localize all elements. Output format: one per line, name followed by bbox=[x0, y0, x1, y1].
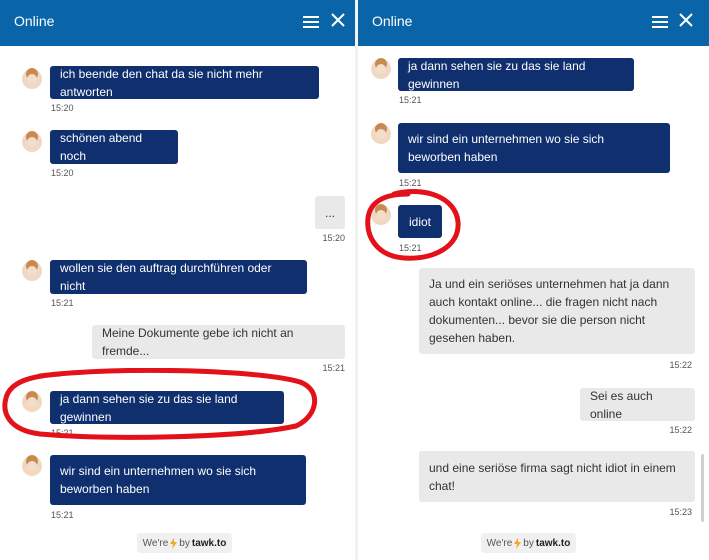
visitor-message: Sei es auch online bbox=[580, 388, 695, 421]
powered-by-footer[interactable]: We're by tawk.to bbox=[137, 533, 232, 553]
message-time: 15:20 bbox=[51, 168, 74, 178]
highlight-ring-left bbox=[2, 368, 318, 440]
close-icon[interactable] bbox=[679, 13, 693, 27]
message-time: 15:22 bbox=[669, 360, 692, 370]
agent-avatar bbox=[22, 68, 42, 89]
menu-icon[interactable] bbox=[652, 14, 668, 30]
agent-message: wir sind ein unternehmen wo sie sich bew… bbox=[398, 123, 670, 173]
message-time: 15:22 bbox=[669, 425, 692, 435]
footer-brand: tawk.to bbox=[191, 537, 227, 549]
footer-prefix: We're bbox=[486, 537, 513, 549]
agent-message: schönen abend noch bbox=[50, 130, 178, 164]
close-icon[interactable] bbox=[331, 13, 345, 27]
footer-by: by bbox=[179, 537, 190, 549]
agent-avatar bbox=[371, 123, 391, 144]
chat-header: Online bbox=[0, 0, 355, 46]
message-time: 15:20 bbox=[322, 233, 345, 243]
agent-avatar bbox=[22, 455, 42, 476]
message-time: 15:21 bbox=[51, 298, 74, 308]
footer-brand: tawk.to bbox=[535, 537, 571, 549]
menu-icon[interactable] bbox=[303, 14, 319, 30]
agent-message: ja dann sehen sie zu das sie land gewinn… bbox=[398, 58, 634, 91]
visitor-message: und eine seriöse firma sagt nicht idiot … bbox=[419, 451, 695, 502]
highlight-ring-right bbox=[365, 189, 461, 261]
status-title: Online bbox=[372, 13, 413, 29]
agent-avatar bbox=[22, 260, 42, 281]
powered-by-footer[interactable]: We're by tawk.to bbox=[481, 533, 576, 553]
footer-by: by bbox=[523, 537, 534, 549]
message-time: 15:21 bbox=[399, 95, 422, 105]
agent-message: ich beende den chat da sie nicht mehr an… bbox=[50, 66, 319, 99]
chat-panel-right: Online ja dann sehen sie zu das sie land… bbox=[358, 0, 709, 560]
visitor-message: ... bbox=[315, 196, 345, 229]
message-time: 15:23 bbox=[669, 507, 692, 517]
lightning-icon bbox=[514, 537, 522, 549]
scrollbar-thumb[interactable] bbox=[701, 454, 704, 522]
status-title: Online bbox=[14, 13, 55, 29]
visitor-message: Meine Dokumente gebe ich nicht an fremde… bbox=[92, 325, 345, 359]
lightning-icon bbox=[170, 537, 178, 549]
footer-prefix: We're bbox=[142, 537, 169, 549]
message-time: 15:20 bbox=[51, 103, 74, 113]
agent-avatar bbox=[22, 131, 42, 152]
agent-avatar bbox=[371, 58, 391, 79]
message-time: 15:21 bbox=[399, 178, 422, 188]
agent-message: wir sind ein unternehmen wo sie sich bew… bbox=[50, 455, 306, 505]
chat-header: Online bbox=[358, 0, 709, 46]
message-time: 15:21 bbox=[51, 510, 74, 520]
chat-panel-left: Online ich beende den chat da sie nicht … bbox=[0, 0, 355, 560]
visitor-message: Ja und ein seriöses unternehmen hat ja d… bbox=[419, 268, 695, 354]
agent-message: wollen sie den auftrag durchführen oder … bbox=[50, 260, 307, 294]
